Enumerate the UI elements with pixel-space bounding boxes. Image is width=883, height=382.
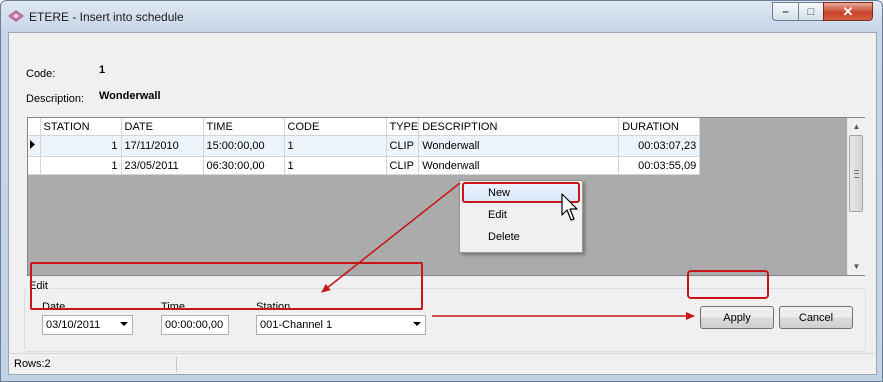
window-title: ETERE - Insert into schedule bbox=[29, 10, 184, 24]
scroll-down-button[interactable]: ▼ bbox=[848, 258, 865, 275]
cell-duration[interactable]: 00:03:55,09 bbox=[618, 156, 701, 175]
column-header-duration[interactable]: DURATION bbox=[618, 118, 701, 136]
column-header-code[interactable]: CODE bbox=[284, 118, 387, 136]
cell-date[interactable]: 23/05/2011 bbox=[121, 156, 204, 175]
status-bar: Rows:2 bbox=[10, 353, 875, 374]
close-button[interactable]: ✕ bbox=[823, 2, 873, 21]
scroll-up-button[interactable]: ▲ bbox=[848, 118, 865, 135]
cancel-button-label: Cancel bbox=[798, 311, 834, 324]
row-header[interactable] bbox=[28, 156, 41, 175]
date-value: 03/10/2011 bbox=[46, 319, 101, 331]
minimize-icon: – bbox=[782, 5, 789, 18]
column-header-type[interactable]: TYPE bbox=[386, 118, 420, 136]
menu-item-delete[interactable]: Delete bbox=[488, 231, 520, 243]
apply-button[interactable]: Apply bbox=[700, 306, 774, 329]
mouse-pointer-icon bbox=[561, 193, 578, 221]
scroll-up-icon: ▲ bbox=[852, 122, 861, 131]
column-header-time[interactable]: TIME bbox=[203, 118, 285, 136]
close-icon: ✕ bbox=[842, 3, 854, 19]
apply-button-label: Apply bbox=[723, 311, 751, 324]
description-label: Description: bbox=[26, 93, 85, 105]
cell-duration[interactable]: 00:03:07,23 bbox=[618, 135, 701, 157]
cell-time[interactable]: 06:30:00,00 bbox=[203, 156, 285, 175]
title-bar[interactable]: ETERE - Insert into schedule – □ ✕ bbox=[1, 1, 882, 33]
column-header-date[interactable]: DATE bbox=[121, 118, 204, 136]
code-value: 1 bbox=[99, 64, 106, 76]
scroll-thumb[interactable] bbox=[849, 135, 863, 212]
cell-time[interactable]: 15:00:00,00 bbox=[203, 135, 285, 157]
maximize-icon: □ bbox=[807, 5, 815, 18]
menu-item-new[interactable]: New bbox=[488, 187, 510, 199]
current-row-arrow-icon bbox=[30, 140, 35, 149]
date-picker[interactable]: 03/10/2011 bbox=[42, 315, 133, 335]
dropdown-arrow-icon[interactable] bbox=[120, 322, 128, 326]
column-header-station[interactable]: STATION bbox=[40, 118, 122, 136]
cell-station[interactable]: 1 bbox=[40, 135, 122, 157]
cell-type[interactable]: CLIP bbox=[386, 156, 420, 175]
table-row[interactable]: 1 23/05/2011 06:30:00,00 1 CLIP Wonderwa… bbox=[28, 156, 701, 175]
station-value: 001-Channel 1 bbox=[260, 319, 333, 331]
description-value: Wonderwall bbox=[99, 90, 161, 102]
minimize-button[interactable]: – bbox=[772, 2, 799, 21]
cell-date[interactable]: 17/11/2010 bbox=[121, 135, 204, 157]
grip-icon bbox=[854, 170, 859, 178]
dialog-client-area: Code: 1 Description: Wonderwall STATION … bbox=[8, 32, 877, 375]
menu-item-edit[interactable]: Edit bbox=[488, 209, 507, 221]
station-select[interactable]: 001-Channel 1 bbox=[256, 315, 426, 335]
cell-type[interactable]: CLIP bbox=[386, 135, 420, 157]
cell-code[interactable]: 1 bbox=[284, 135, 387, 157]
grid-header-row: STATION DATE TIME CODE TYPE DESCRIPTION … bbox=[28, 118, 701, 136]
grid-vertical-scrollbar[interactable]: ▲ ▼ bbox=[847, 118, 865, 275]
status-divider bbox=[176, 357, 177, 372]
main-window: ETERE - Insert into schedule – □ ✕ Code:… bbox=[0, 0, 883, 382]
schedule-table: STATION DATE TIME CODE TYPE DESCRIPTION … bbox=[28, 118, 701, 175]
dropdown-arrow-icon[interactable] bbox=[413, 322, 421, 326]
cell-description[interactable]: Wonderwall bbox=[418, 135, 620, 157]
time-field[interactable]: 00:00:00,00 bbox=[161, 315, 229, 335]
scroll-down-icon: ▼ bbox=[852, 262, 861, 271]
cell-description[interactable]: Wonderwall bbox=[418, 156, 620, 175]
maximize-button[interactable]: □ bbox=[798, 2, 824, 21]
cell-station[interactable]: 1 bbox=[40, 156, 122, 175]
column-header-description[interactable]: DESCRIPTION bbox=[418, 118, 620, 136]
row-header-corner bbox=[28, 118, 41, 136]
edit-fields-highlight bbox=[30, 262, 423, 310]
cell-code[interactable]: 1 bbox=[284, 156, 387, 175]
row-header[interactable] bbox=[28, 135, 41, 157]
status-rows-count: Rows:2 bbox=[14, 358, 51, 370]
grid-background: STATION DATE TIME CODE TYPE DESCRIPTION … bbox=[28, 118, 847, 275]
item-header-panel: Code: 1 Description: Wonderwall bbox=[10, 34, 874, 114]
cancel-button[interactable]: Cancel bbox=[779, 306, 853, 329]
code-label: Code: bbox=[26, 68, 56, 80]
table-row[interactable]: 1 17/11/2010 15:00:00,00 1 CLIP Wonderwa… bbox=[28, 135, 701, 157]
app-icon bbox=[8, 10, 24, 22]
time-value: 00:00:00,00 bbox=[165, 319, 224, 331]
apply-button-highlight bbox=[687, 270, 769, 299]
schedule-grid[interactable]: STATION DATE TIME CODE TYPE DESCRIPTION … bbox=[27, 117, 865, 276]
